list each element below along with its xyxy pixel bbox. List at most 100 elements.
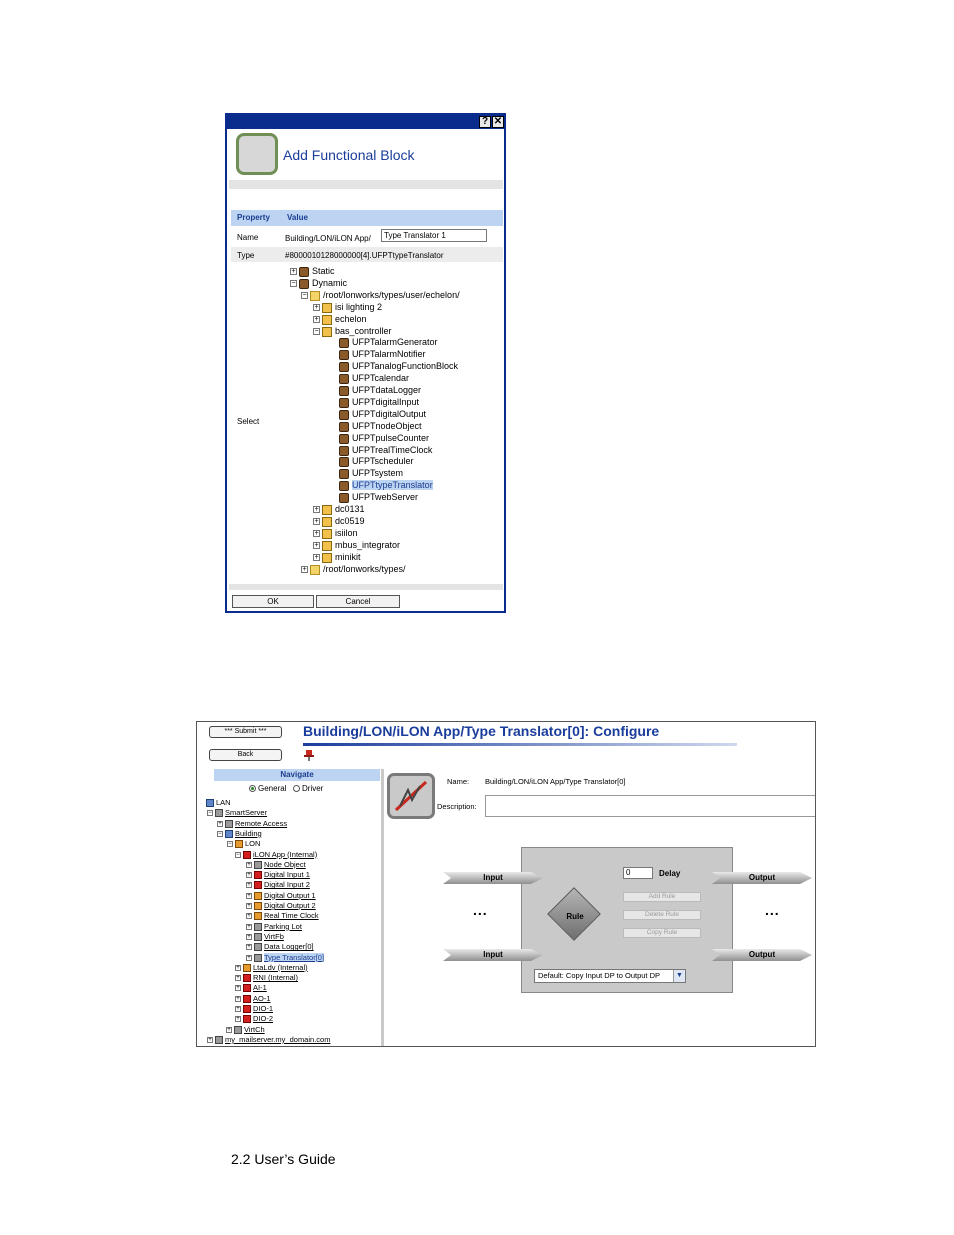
collapse-icon[interactable]: − xyxy=(301,291,308,299)
type-tree-item-label: Dynamic xyxy=(312,277,348,288)
radio-driver[interactable]: Driver xyxy=(293,784,323,793)
nav-tree-item-label: Digital Output 2 xyxy=(264,901,316,910)
footer-text: 2.2 User’s Guide xyxy=(231,1151,336,1167)
input-arrow-2[interactable]: Input xyxy=(443,949,543,961)
device-icon xyxy=(254,891,262,900)
type-tree-item-label: mbus_integrator xyxy=(335,539,401,550)
collapse-icon[interactable]: − xyxy=(235,851,241,858)
device-icon xyxy=(254,922,262,931)
expand-icon[interactable]: + xyxy=(246,861,252,868)
help-icon[interactable]: ? xyxy=(479,116,491,128)
device-icon xyxy=(225,829,233,838)
expand-icon[interactable]: + xyxy=(246,933,252,940)
expand-icon[interactable]: + xyxy=(246,892,252,899)
expand-icon[interactable]: + xyxy=(235,1016,241,1023)
nav-tree-item-label: iLON App (Internal) xyxy=(253,849,318,859)
device-icon xyxy=(215,1035,223,1044)
expand-icon[interactable]: + xyxy=(313,553,320,561)
expand-icon[interactable]: + xyxy=(313,517,320,525)
block-type-icon xyxy=(339,481,349,492)
expand-icon[interactable]: + xyxy=(313,506,320,513)
expand-icon[interactable]: + xyxy=(226,1026,232,1033)
nav-tree-item-label: LON xyxy=(245,839,261,849)
expand-icon[interactable]: + xyxy=(313,303,320,311)
navigation-splitter[interactable] xyxy=(381,769,384,1046)
pin-icon[interactable] xyxy=(304,750,314,761)
package-icon xyxy=(322,302,332,313)
more-outputs-ellipsis: ... xyxy=(765,902,780,918)
expand-icon[interactable]: + xyxy=(235,975,241,982)
device-icon xyxy=(254,881,262,890)
submit-button[interactable]: *** Submit *** xyxy=(209,726,282,738)
type-tree-item-label: isiilon xyxy=(335,527,358,538)
collapse-icon[interactable]: − xyxy=(217,830,223,837)
expand-icon[interactable]: + xyxy=(217,820,223,827)
nav-tree-item-label: DIO-2 xyxy=(253,1014,274,1024)
output-arrow-2[interactable]: Output xyxy=(712,949,812,961)
type-tree-item-label: UFPTscheduler xyxy=(352,456,414,467)
folder-icon xyxy=(310,564,320,575)
expand-icon[interactable]: + xyxy=(246,882,252,889)
expand-icon[interactable]: + xyxy=(235,985,241,992)
expand-icon[interactable]: + xyxy=(301,565,308,573)
ok-button[interactable]: OK xyxy=(232,595,314,608)
type-tree-item-label: UFPTcalendar xyxy=(352,373,410,384)
expand-icon[interactable]: + xyxy=(246,913,252,920)
expand-icon[interactable]: + xyxy=(313,529,320,537)
nav-tree-item-label: my_mailserver.my_domain.com xyxy=(225,1034,331,1044)
nav-tree-item-label: Remote Access xyxy=(235,818,288,828)
type-tree-item-label: echelon xyxy=(335,313,367,324)
rule-select[interactable]: Default: Copy Input DP to Output DP ▼ xyxy=(534,969,686,983)
rule-select-value: Default: Copy Input DP to Output DP xyxy=(538,971,661,980)
expand-icon[interactable]: + xyxy=(313,541,320,549)
expand-icon[interactable]: + xyxy=(235,995,241,1002)
input-arrow-1[interactable]: Input xyxy=(443,872,543,884)
radio-general[interactable]: General xyxy=(249,784,286,793)
delay-input[interactable]: 0 xyxy=(623,867,653,879)
output-arrow-1[interactable]: Output xyxy=(712,872,812,884)
expand-icon[interactable]: + xyxy=(313,315,320,323)
expand-icon[interactable]: + xyxy=(235,964,241,971)
nav-tree-item-label: LtaLdv (Internal) xyxy=(253,962,308,972)
add-rule-button[interactable]: Add Rule xyxy=(623,892,701,902)
package-icon xyxy=(322,552,332,563)
expand-icon[interactable]: + xyxy=(246,872,252,879)
expand-icon[interactable]: + xyxy=(246,923,252,930)
expand-icon[interactable]: + xyxy=(246,903,252,909)
nav-tree-item-label: VirtFb xyxy=(264,931,284,941)
type-tree-item-label: UFPTdataLogger xyxy=(352,385,422,395)
type-tree-item-label: UFPTdigitalOutput xyxy=(352,408,427,419)
chevron-down-icon[interactable]: ▼ xyxy=(673,970,685,982)
radio-driver-indicator[interactable] xyxy=(293,785,300,792)
expand-icon[interactable]: + xyxy=(290,268,297,275)
device-icon xyxy=(243,984,251,993)
collapse-icon[interactable]: − xyxy=(313,327,320,335)
name-input[interactable]: Type Translator 1 xyxy=(381,229,487,242)
cancel-button[interactable]: Cancel xyxy=(316,595,400,608)
expand-icon[interactable]: + xyxy=(246,954,252,961)
type-tree-item-label: UFPTdigitalInput xyxy=(352,396,420,407)
description-input[interactable] xyxy=(485,795,815,817)
type-tree-item-label: UFPTwebServer xyxy=(352,492,419,503)
copy-rule-button[interactable]: Copy Rule xyxy=(623,928,701,938)
type-tree-item-label: /root/lonworks/types/user/echelon/ xyxy=(323,289,460,300)
expand-icon[interactable]: + xyxy=(235,1006,241,1012)
close-icon[interactable]: ✕ xyxy=(492,116,504,128)
device-icon xyxy=(254,860,262,869)
collapse-icon[interactable]: − xyxy=(207,810,213,817)
back-button[interactable]: Back xyxy=(209,749,282,761)
expand-icon[interactable]: + xyxy=(207,1036,213,1043)
device-icon xyxy=(215,809,223,818)
type-label: Type xyxy=(237,251,255,260)
device-icon xyxy=(254,953,262,962)
delete-rule-button[interactable]: Delete Rule xyxy=(623,910,701,920)
device-icon xyxy=(243,850,251,859)
collapse-icon[interactable]: − xyxy=(227,841,233,848)
delay-label: Delay xyxy=(659,869,681,878)
folder-icon xyxy=(310,290,320,301)
more-inputs-ellipsis: ... xyxy=(473,902,488,918)
collapse-icon[interactable]: − xyxy=(290,279,297,287)
expand-icon[interactable]: + xyxy=(246,944,252,951)
radio-general-indicator[interactable] xyxy=(249,785,256,792)
nav-tree-item-label: DIO-1 xyxy=(253,1004,274,1013)
